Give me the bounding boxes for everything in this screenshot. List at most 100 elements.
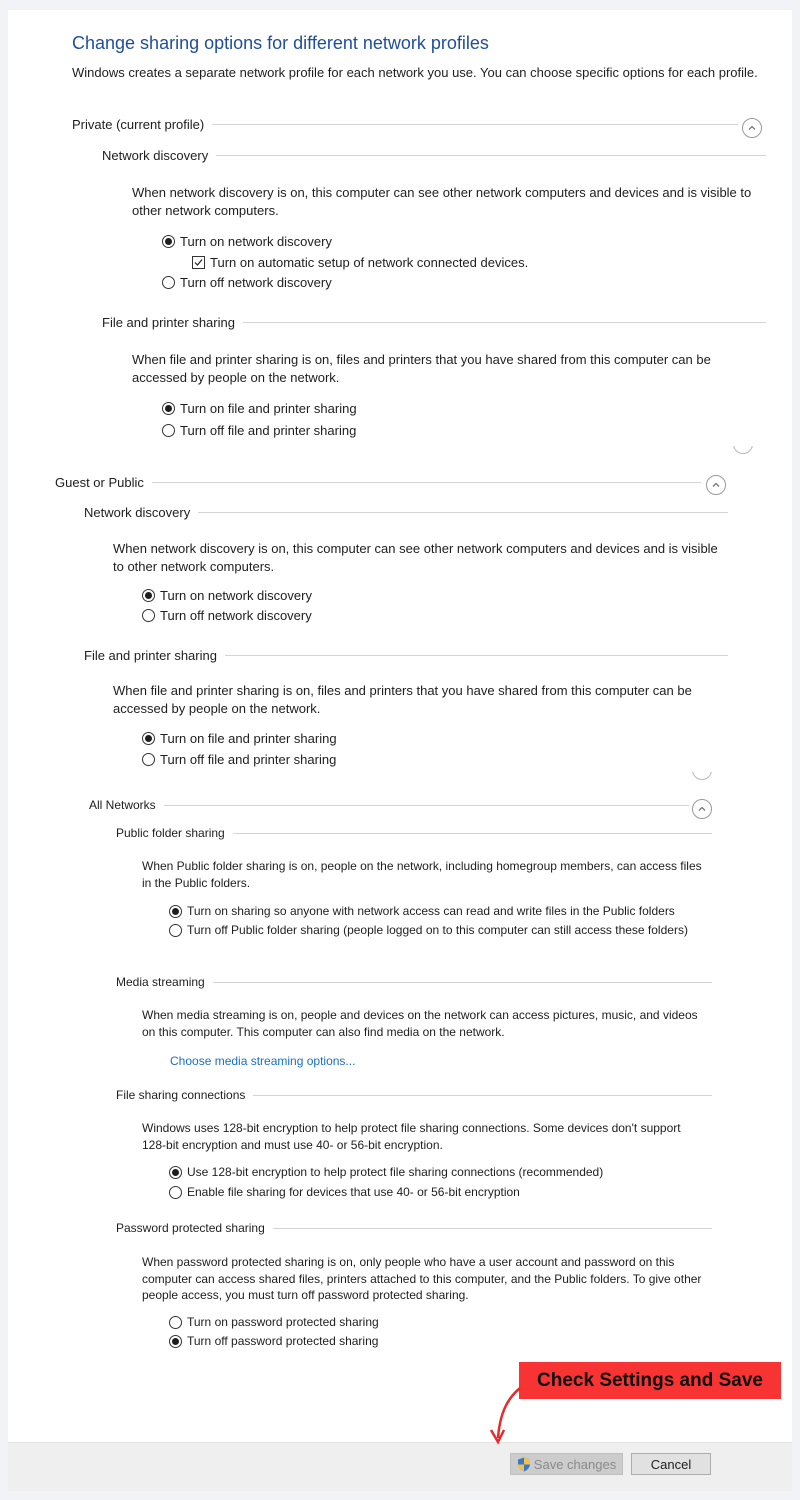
guest-fp-off-radio[interactable]: Turn off file and printer sharing <box>142 751 336 768</box>
divider <box>232 832 712 834</box>
section-label: File sharing connections <box>116 1088 246 1102</box>
radio-selected[interactable] <box>169 1166 182 1179</box>
section-label: File and printer sharing <box>102 315 235 330</box>
intro-text: Windows creates a separate network profi… <box>72 65 758 80</box>
private-network-discovery-header: Network discovery <box>102 148 766 163</box>
option-label: Enable file sharing for devices that use… <box>187 1185 520 1199</box>
option-label: Turn off Public folder sharing (people l… <box>187 923 688 937</box>
divider <box>253 1094 712 1096</box>
guest-network-discovery-header: Network discovery <box>84 505 728 520</box>
option-label: Turn off network discovery <box>160 608 312 623</box>
section-label: Network discovery <box>102 148 209 163</box>
radio-unselected[interactable] <box>169 1186 182 1199</box>
option-label: Turn on file and printer sharing <box>180 401 357 416</box>
radio-selected[interactable] <box>142 732 155 745</box>
media-streaming-description: When media streaming is on, people and d… <box>142 1008 698 1039</box>
password-on-radio[interactable]: Turn on password protected sharing <box>169 1314 379 1330</box>
option-label: Turn off file and printer sharing <box>180 423 357 438</box>
radio-selected[interactable] <box>142 589 155 602</box>
section-label: Password protected sharing <box>116 1221 265 1235</box>
private-profile-label: Private (current profile) <box>72 117 205 132</box>
encryption-40-56-radio[interactable]: Enable file sharing for devices that use… <box>169 1184 520 1200</box>
public-folder-on-radio[interactable]: Turn on sharing so anyone with network a… <box>169 903 675 919</box>
option-label: Turn on password protected sharing <box>187 1315 379 1329</box>
private-fp-off-radio[interactable]: Turn off file and printer sharing <box>162 422 356 439</box>
guest-profile-header[interactable]: Guest or Public <box>55 475 701 490</box>
option-label: Use 128-bit encryption to help protect f… <box>187 1165 604 1179</box>
option-label: Turn off password protected sharing <box>187 1334 379 1348</box>
guest-fp-on-radio[interactable]: Turn on file and printer sharing <box>142 730 337 747</box>
all-networks-header[interactable]: All Networks <box>89 798 689 812</box>
partial-chevron-icon <box>733 446 753 456</box>
divider <box>272 1227 712 1229</box>
divider <box>224 655 728 656</box>
cancel-button[interactable]: Cancel <box>631 1453 711 1475</box>
option-label: Turn off file and printer sharing <box>160 752 337 767</box>
guest-nd-off-radio[interactable]: Turn off network discovery <box>142 607 312 624</box>
file-sharing-connections-description: Windows uses 128-bit encryption to help … <box>142 1121 681 1152</box>
page-title: Change sharing options for different net… <box>72 33 489 53</box>
radio-selected[interactable] <box>162 402 175 415</box>
private-profile-header[interactable]: Private (current profile) <box>72 117 738 132</box>
radio-selected[interactable] <box>169 1335 182 1348</box>
option-label: Turn on file and printer sharing <box>160 731 337 746</box>
guest-profile-label: Guest or Public <box>55 475 144 490</box>
public-folder-off-radio[interactable]: Turn off Public folder sharing (people l… <box>169 922 689 938</box>
guest-nd-on-radio[interactable]: Turn on network discovery <box>142 587 312 604</box>
section-label: Media streaming <box>116 975 205 989</box>
collapse-all-networks-chevron-icon[interactable] <box>692 799 712 819</box>
radio-unselected[interactable] <box>169 1316 182 1329</box>
option-label: Turn off network discovery <box>180 275 332 290</box>
file-sharing-connections-header: File sharing connections <box>116 1088 712 1102</box>
public-folder-description: When Public folder sharing is on, people… <box>142 859 702 890</box>
checkbox-checked[interactable] <box>192 256 205 269</box>
media-streaming-header: Media streaming <box>116 975 712 989</box>
public-folder-header: Public folder sharing <box>116 826 712 840</box>
radio-selected[interactable] <box>169 905 182 918</box>
radio-unselected[interactable] <box>142 753 155 766</box>
uac-shield-icon <box>517 1457 530 1471</box>
partial-chevron-icon <box>692 772 712 782</box>
private-auto-setup-checkbox[interactable]: Turn on automatic setup of network conne… <box>192 254 528 271</box>
section-label: Public folder sharing <box>116 826 225 840</box>
divider <box>212 981 712 983</box>
divider <box>163 804 689 806</box>
collapse-guest-chevron-icon[interactable] <box>706 475 726 495</box>
guest-network-discovery-description: When network discovery is on, this compu… <box>113 541 718 574</box>
save-changes-button[interactable]: Save changes <box>510 1453 623 1475</box>
radio-unselected[interactable] <box>162 424 175 437</box>
password-off-radio[interactable]: Turn off password protected sharing <box>169 1333 378 1349</box>
save-label: Save changes <box>533 1456 617 1472</box>
annotation-arrow-icon <box>489 1387 521 1445</box>
collapse-private-chevron-icon[interactable] <box>742 118 762 138</box>
divider <box>212 124 738 125</box>
section-label: Network discovery <box>84 505 191 520</box>
divider <box>216 155 766 156</box>
option-label: Turn on automatic setup of network conne… <box>210 255 529 270</box>
private-file-printer-description: When file and printer sharing is on, fil… <box>132 352 711 385</box>
divider <box>151 482 701 483</box>
guest-file-printer-description: When file and printer sharing is on, fil… <box>113 683 692 716</box>
option-label: Turn on network discovery <box>160 588 312 603</box>
radio-selected[interactable] <box>162 235 175 248</box>
private-file-printer-header: File and printer sharing <box>102 315 766 330</box>
media-streaming-options-link[interactable]: Choose media streaming options... <box>170 1054 355 1068</box>
private-network-discovery-description: When network discovery is on, this compu… <box>132 185 752 218</box>
password-sharing-description: When password protected sharing is on, o… <box>142 1255 702 1302</box>
encryption-128-radio[interactable]: Use 128-bit encryption to help protect f… <box>169 1164 603 1180</box>
option-label: Turn on network discovery <box>180 234 332 249</box>
guest-file-printer-header: File and printer sharing <box>84 648 728 663</box>
radio-unselected[interactable] <box>142 609 155 622</box>
divider <box>198 512 728 513</box>
private-fp-on-radio[interactable]: Turn on file and printer sharing <box>162 400 357 417</box>
private-nd-on-radio[interactable]: Turn on network discovery <box>162 233 332 250</box>
divider <box>242 322 766 323</box>
radio-unselected[interactable] <box>169 924 182 937</box>
private-nd-off-radio[interactable]: Turn off network discovery <box>162 274 332 291</box>
password-sharing-header: Password protected sharing <box>116 1221 712 1235</box>
radio-unselected[interactable] <box>162 276 175 289</box>
option-label: Turn on sharing so anyone with network a… <box>187 904 675 918</box>
section-label: File and printer sharing <box>84 648 217 663</box>
all-networks-label: All Networks <box>89 798 156 812</box>
annotation-callout: Check Settings and Save <box>519 1362 781 1399</box>
